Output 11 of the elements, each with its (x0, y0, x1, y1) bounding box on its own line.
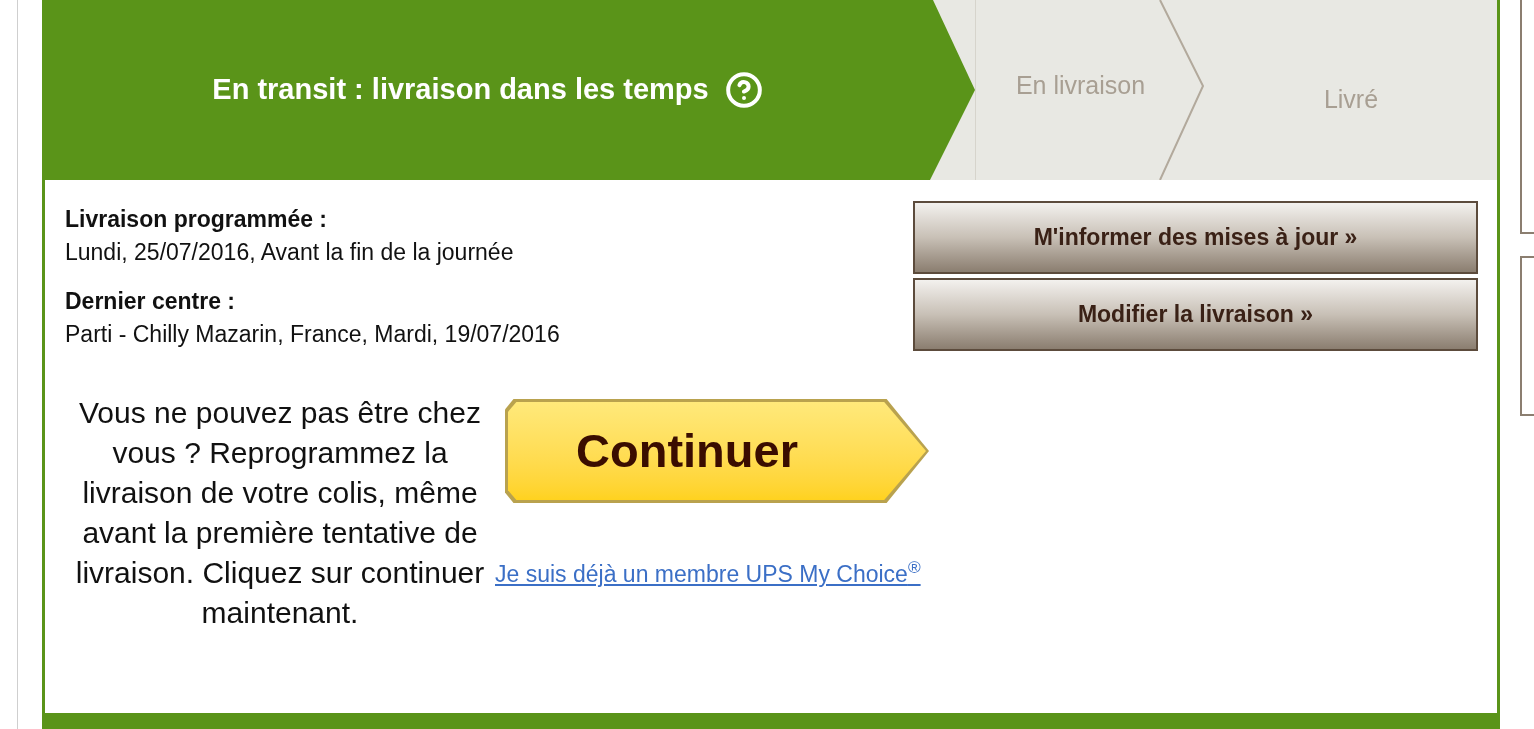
help-icon[interactable] (724, 71, 763, 109)
action-button[interactable]: M'informer des mises à jour » (913, 201, 1478, 274)
detail-label: Dernier centre : (65, 287, 236, 316)
progress-step: En transit : livraison dans les temps (45, 0, 975, 180)
reschedule-message: Vous ne pouvez pas être chez vous ? Reprogrammez la livraison de votre colis, même avant la première tentative de livraison. Cliquez sur continuer maintenant. (74, 395, 486, 631)
detail-label: Livraison programmée : (65, 205, 329, 234)
member-link[interactable]: Je suis déjà un membre UPS My Choice$^{®}$ (495, 557, 929, 592)
detail-value: Parti - Chilly Mazarin, France, Mardi, 19/07/2016 (65, 320, 560, 349)
detail-value: Lundi, 25/07/2016, Avant la fin de la journée (65, 238, 515, 267)
continue-button[interactable]: Continuer (505, 399, 929, 503)
action-button[interactable]: Modifier la livraison » (913, 278, 1478, 351)
